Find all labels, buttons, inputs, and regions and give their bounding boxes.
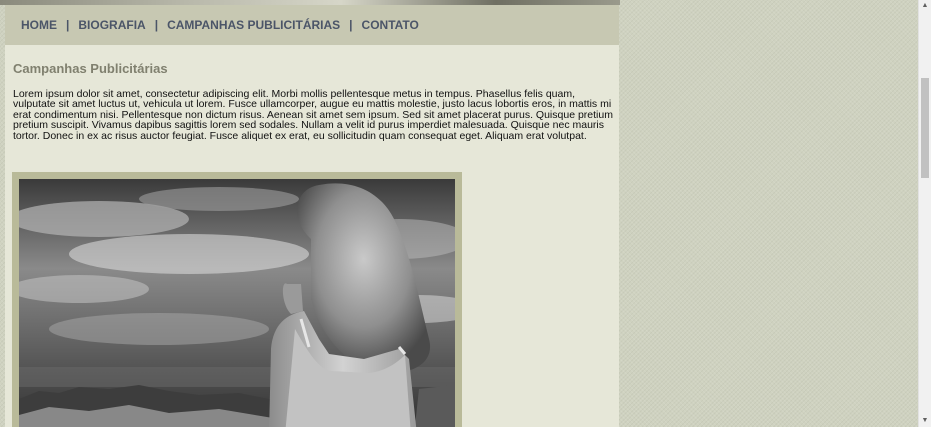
nav-separator: | bbox=[154, 18, 159, 32]
nav-item-biografia[interactable]: BIOGRAFIA bbox=[78, 18, 145, 32]
scroll-up-arrow-icon[interactable]: ▲ bbox=[919, 1, 931, 11]
page-container: HOME | BIOGRAFIA | CAMPANHAS PUBLICITÁRI… bbox=[5, 5, 619, 427]
nav-item-campanhas-publicitarias[interactable]: CAMPANHAS PUBLICITÁRIAS bbox=[167, 18, 340, 32]
campaign-photo-frame bbox=[12, 172, 462, 427]
page-title: Campanhas Publicitárias bbox=[13, 61, 168, 76]
nav-separator: | bbox=[66, 18, 70, 32]
nav-item-contato[interactable]: CONTATO bbox=[362, 18, 419, 32]
scroll-thumb[interactable] bbox=[921, 78, 929, 178]
page-scrollbar[interactable]: ▲ ▼ bbox=[918, 0, 931, 427]
nav-separator: | bbox=[349, 18, 353, 32]
body-text: Lorem ipsum dolor sit amet, consectetur … bbox=[13, 88, 613, 142]
main-content: Campanhas Publicitárias Lorem ipsum dolo… bbox=[5, 61, 619, 141]
nav-item-home[interactable]: HOME bbox=[21, 18, 57, 32]
campaign-photo bbox=[19, 179, 455, 427]
scroll-down-arrow-icon[interactable]: ▼ bbox=[919, 416, 931, 426]
main-nav: HOME | BIOGRAFIA | CAMPANHAS PUBLICITÁRI… bbox=[5, 5, 619, 45]
